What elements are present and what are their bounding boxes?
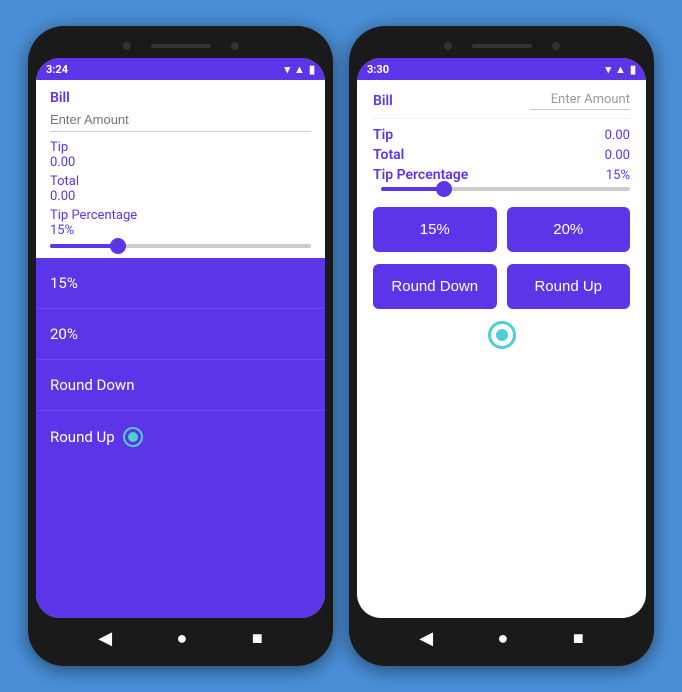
right-app-content: Bill Enter Amount Tip 0.00 Total 0.00 Ti… bbox=[357, 80, 646, 618]
left-camera-2 bbox=[231, 42, 239, 50]
right-status-icons: ▾ ▲ ▮ bbox=[606, 63, 636, 76]
wifi-icon: ▾ bbox=[285, 63, 291, 76]
right-divider-1 bbox=[373, 118, 630, 119]
right-slider[interactable] bbox=[381, 187, 630, 191]
right-tip-pct-value: 15% bbox=[606, 168, 630, 183]
left-screen: 3:24 ▾ ▲ ▮ Bill Tip 0.00 Total 0.00 Tip … bbox=[36, 58, 325, 618]
signal-icon: ▲ bbox=[294, 63, 305, 76]
right-bill-input-placeholder[interactable]: Enter Amount bbox=[530, 92, 630, 110]
left-bill-input[interactable] bbox=[50, 108, 311, 132]
left-recent-btn[interactable]: ■ bbox=[252, 628, 263, 649]
left-dropdown-item-20[interactable]: 20% bbox=[36, 309, 325, 360]
left-form: Bill Tip 0.00 Total 0.00 Tip Percentage … bbox=[36, 80, 325, 258]
right-slider-fill bbox=[381, 187, 443, 191]
right-tip-value: 0.00 bbox=[605, 128, 630, 143]
right-phone: 3:30 ▾ ▲ ▮ Bill Enter Amount Tip 0.00 To… bbox=[349, 26, 654, 666]
right-bill-row: Bill Enter Amount bbox=[373, 92, 630, 110]
left-tip-value: 0.00 bbox=[50, 155, 311, 170]
right-tip-label: Tip bbox=[373, 127, 393, 143]
left-slider[interactable] bbox=[50, 244, 311, 248]
right-btn-20[interactable]: 20% bbox=[507, 207, 631, 252]
left-back-btn[interactable]: ◀ bbox=[98, 628, 112, 649]
left-tip-label: Tip bbox=[50, 140, 311, 155]
right-status-bar: 3:30 ▾ ▲ ▮ bbox=[357, 58, 646, 80]
left-phone-top-bar bbox=[36, 34, 325, 58]
right-time: 3:30 bbox=[367, 63, 389, 76]
left-dropdown-item-15[interactable]: 15% bbox=[36, 258, 325, 309]
right-total-value: 0.00 bbox=[605, 148, 630, 163]
left-bottom-bar: ◀ ● ■ bbox=[36, 618, 325, 658]
left-slider-thumb[interactable] bbox=[110, 238, 126, 254]
right-slider-thumb[interactable] bbox=[436, 181, 452, 197]
left-speaker bbox=[151, 44, 211, 48]
left-status-bar: 3:24 ▾ ▲ ▮ bbox=[36, 58, 325, 80]
right-total-label: Total bbox=[373, 147, 404, 163]
left-total-value: 0.00 bbox=[50, 189, 311, 204]
right-signal-icon: ▲ bbox=[615, 63, 626, 76]
right-btn-round-down[interactable]: Round Down bbox=[373, 264, 497, 309]
left-total-label: Total bbox=[50, 174, 311, 189]
right-battery-icon: ▮ bbox=[630, 63, 636, 76]
right-radio-inner bbox=[496, 329, 508, 341]
right-bill-label: Bill bbox=[373, 93, 393, 109]
left-time: 3:24 bbox=[46, 63, 68, 76]
left-slider-track bbox=[50, 244, 311, 248]
left-slider-fill bbox=[50, 244, 115, 248]
left-camera bbox=[123, 42, 131, 50]
right-tip-pct-label: Tip Percentage bbox=[373, 167, 468, 183]
right-back-btn[interactable]: ◀ bbox=[419, 628, 433, 649]
right-btn-grid-top: 15% 20% bbox=[373, 207, 630, 252]
left-home-btn[interactable]: ● bbox=[177, 628, 188, 649]
right-camera bbox=[444, 42, 452, 50]
right-btn-grid-bottom: Round Down Round Up bbox=[373, 264, 630, 309]
left-app-content: Bill Tip 0.00 Total 0.00 Tip Percentage … bbox=[36, 80, 325, 618]
right-wifi-icon: ▾ bbox=[606, 63, 612, 76]
right-radio-circle bbox=[488, 321, 516, 349]
left-status-icons: ▾ ▲ ▮ bbox=[285, 63, 315, 76]
right-home-btn[interactable]: ● bbox=[498, 628, 509, 649]
right-phone-top-bar bbox=[357, 34, 646, 58]
right-bottom-bar: ◀ ● ■ bbox=[357, 618, 646, 658]
right-recent-btn[interactable]: ■ bbox=[573, 628, 584, 649]
left-radio-inner bbox=[128, 432, 138, 442]
right-radio-center bbox=[373, 321, 630, 349]
right-camera-2 bbox=[552, 42, 560, 50]
left-tip-pct-value: 15% bbox=[50, 223, 311, 238]
left-dropdown-item-round-up[interactable]: Round Up bbox=[36, 411, 325, 463]
left-dropdown-menu: 15% 20% Round Down Round Up bbox=[36, 258, 325, 618]
right-tip-row: Tip 0.00 bbox=[373, 127, 630, 143]
right-speaker bbox=[472, 44, 532, 48]
right-total-row: Total 0.00 bbox=[373, 147, 630, 163]
left-radio-circle bbox=[123, 427, 143, 447]
right-screen: 3:30 ▾ ▲ ▮ Bill Enter Amount Tip 0.00 To… bbox=[357, 58, 646, 618]
right-slider-row bbox=[373, 187, 630, 191]
right-btn-round-up[interactable]: Round Up bbox=[507, 264, 631, 309]
right-tip-pct-row: Tip Percentage 15% bbox=[373, 167, 630, 183]
left-tip-pct-label: Tip Percentage bbox=[50, 208, 311, 223]
right-form: Bill Enter Amount Tip 0.00 Total 0.00 Ti… bbox=[357, 80, 646, 618]
left-phone: 3:24 ▾ ▲ ▮ Bill Tip 0.00 Total 0.00 Tip … bbox=[28, 26, 333, 666]
left-bill-label: Bill bbox=[50, 90, 311, 106]
right-btn-15[interactable]: 15% bbox=[373, 207, 497, 252]
left-dropdown-item-round-down[interactable]: Round Down bbox=[36, 360, 325, 411]
battery-icon: ▮ bbox=[309, 63, 315, 76]
